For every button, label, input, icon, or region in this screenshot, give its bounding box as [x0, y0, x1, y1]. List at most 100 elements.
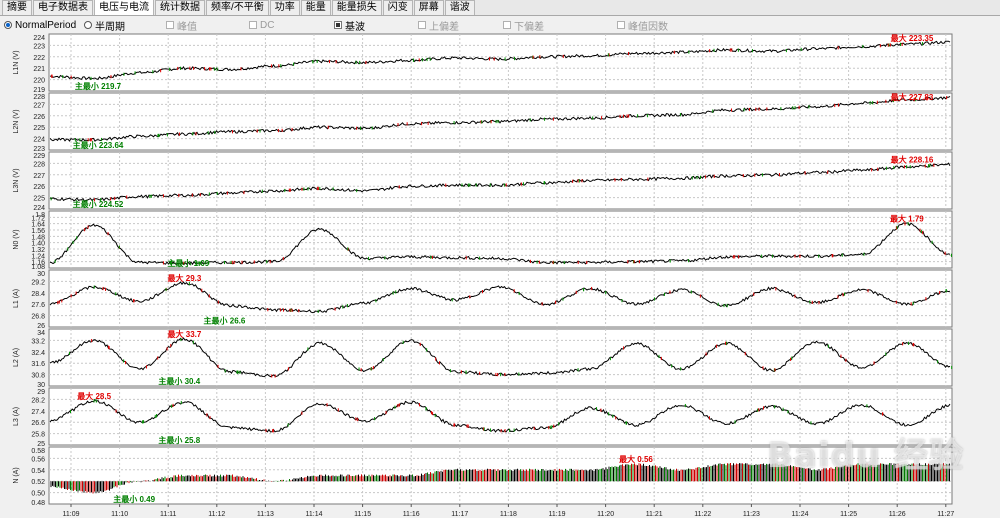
max-annotation: 最大 0.56	[619, 454, 653, 464]
x-tick-label: 11:17	[451, 511, 468, 518]
y-tick-label: 228	[33, 161, 45, 168]
min-annotation: 主最小 26.6	[204, 315, 246, 325]
y-tick-label: 33.2	[31, 338, 45, 345]
x-tick-label: 11:20	[597, 511, 614, 518]
x-tick-label: 11:23	[743, 511, 760, 518]
y-tick-label: 227	[33, 173, 45, 180]
min-annotation: 主最小 223.64	[73, 140, 124, 150]
max-annotation: 最大 1.79	[890, 214, 924, 224]
y-tick-label: 29	[37, 389, 45, 396]
half-cycle-label: 半周期	[95, 21, 125, 33]
y-tick-label: 25.8	[31, 432, 45, 439]
y-axis-label: L1 (A)	[13, 289, 20, 308]
x-tick-label: 11:22	[694, 511, 711, 518]
max-annotation: 最大 223.35	[891, 33, 934, 43]
checkbox-icon	[617, 21, 625, 29]
y-tick-label: 30	[37, 271, 45, 278]
trend-charts[interactable]: 224223222221220219L1N (V)最大 223.35主最小 21…	[0, 33, 1000, 518]
y-tick-label: 34	[37, 330, 45, 337]
tab-bar: 摘要 电子数据表 电压与电流 统计数据 频率/不平衡 功率 能量 能量损失 闪变 屏幕 谐波	[0, 0, 1000, 16]
tab-1[interactable]: 电子数据表	[33, 0, 93, 15]
y-tick-label: 224	[33, 137, 45, 144]
y-axis-label: L3N (V)	[13, 168, 20, 192]
y-tick-label: 27.6	[31, 302, 45, 309]
y-axis-label: L3 (A)	[13, 407, 20, 426]
plot-area	[48, 33, 953, 92]
max-annotation: 最大 33.7	[168, 329, 202, 339]
tab-2[interactable]: 电压与电流	[94, 0, 154, 15]
y-tick-label: 223	[33, 43, 45, 50]
crest-factor-checkbox[interactable]: 峰值因数	[617, 17, 668, 33]
y-axis-label: L2N (V)	[13, 109, 20, 133]
plot-area	[48, 151, 953, 210]
max-annotation: 最大 227.83	[891, 92, 934, 102]
fundamental-checkbox[interactable]: 基波	[334, 17, 365, 33]
checkbox-icon	[418, 21, 426, 29]
x-tick-label: 11:10	[111, 511, 128, 518]
tab-5[interactable]: 功率	[269, 0, 300, 15]
tab-0[interactable]: 摘要	[2, 0, 32, 15]
tab-8[interactable]: 闪变	[382, 0, 413, 15]
x-tick-label: 11:19	[549, 511, 566, 518]
half-cycle-radio[interactable]: 半周期	[84, 17, 125, 33]
min-annotation: 主最小 0.49	[113, 494, 155, 504]
radio-icon	[4, 21, 12, 29]
y-tick-label: 227	[33, 102, 45, 109]
chart-panel-2: 229228 227 226 225 224 L3N (V) 最大 228.16 主最小 22…	[13, 151, 953, 212]
y-tick-label: 0.50	[31, 491, 45, 498]
max-annotation: 最大 29.3	[168, 273, 202, 283]
y-tick-label: 27.4	[31, 409, 45, 416]
normal-period-label: NormalPeriod	[15, 19, 77, 31]
y-tick-label: 32.4	[31, 350, 45, 357]
max-annotation: 最大 228.16	[891, 155, 934, 165]
min-annotation: 主最小 25.8	[158, 435, 200, 445]
min-annotation: 主最小 219.7	[75, 81, 122, 91]
y-tick-label: 26.6	[31, 420, 45, 427]
tab-6[interactable]: 能量	[300, 0, 331, 15]
dc-checkbox[interactable]: DC	[249, 17, 274, 33]
min-annotation: 主最小 1.09	[167, 258, 209, 268]
y-tick-label: 220	[33, 78, 45, 85]
y-tick-label: 0.58	[31, 448, 45, 455]
y-tick-label: 222	[33, 55, 45, 62]
min-annotation: 主最小 30.4	[158, 376, 200, 386]
x-tick-label: 11:13	[257, 511, 274, 518]
tab-10[interactable]: 谐波	[444, 0, 475, 15]
y-tick-label: 224	[33, 35, 45, 42]
lower-deviation-checkbox[interactable]: 下偏差	[503, 17, 544, 33]
x-tick-label: 11:16	[403, 511, 420, 518]
x-tick-label: 11:12	[208, 511, 225, 518]
tab-3[interactable]: 统计数据	[155, 0, 205, 15]
tab-4[interactable]: 频率/不平衡	[206, 0, 269, 15]
checkbox-icon	[249, 21, 257, 29]
radio-icon	[84, 21, 92, 29]
y-axis-label: L1N (V)	[13, 50, 20, 74]
chart-panel-4: 3029.2 28.4 27.6 26.8 26 L1 (A) 最大 29.3 主最小 26.…	[13, 269, 953, 330]
chart-panel-5: 3433.2 32.4 31.6 30.8 30 L2 (A) 最大 33.7 主最小 30.…	[13, 328, 953, 389]
chart-panel-0: 224223 222 221 220 219 L1N (V) 最大 223.35 主最小 21…	[13, 33, 953, 94]
y-tick-label: 228	[33, 94, 45, 101]
x-tick-label: 11:14	[306, 511, 323, 518]
y-tick-label: 229	[33, 153, 45, 160]
min-annotation: 主最小 224.52	[73, 199, 124, 209]
y-tick-label: 0.56	[31, 456, 45, 463]
checkbox-icon	[166, 21, 174, 29]
y-tick-label: 224	[33, 205, 45, 212]
y-axis-label: N0 (V)	[13, 229, 20, 249]
y-tick-label: 225	[33, 125, 45, 132]
y-tick-label: 26.8	[31, 314, 45, 321]
tab-7[interactable]: 能量损失	[331, 0, 382, 15]
peak-checkbox[interactable]: 峰值	[166, 17, 197, 33]
x-tick-label: 11:25	[840, 511, 857, 518]
y-tick-label: 219	[33, 87, 45, 94]
chart-panel-1: 228227 226 225 224 223 L2N (V) 最大 227.83 主最小 22…	[13, 92, 953, 153]
tab-9[interactable]: 屏幕	[413, 0, 444, 15]
normal-period-radio[interactable]: NormalPeriod	[4, 17, 76, 33]
y-tick-label: 29.2	[31, 279, 45, 286]
chart-panel-6: 2928.2 27.4 26.6 25.8 25 L3 (A) 最大 28.5 主最小 25.…	[13, 387, 953, 448]
upper-deviation-checkbox[interactable]: 上偏差	[418, 17, 459, 33]
lower-deviation-label: 下偏差	[514, 21, 544, 33]
checkbox-icon	[334, 21, 342, 29]
y-tick-label: 1.08	[31, 264, 45, 271]
y-tick-label: 31.6	[31, 361, 45, 368]
